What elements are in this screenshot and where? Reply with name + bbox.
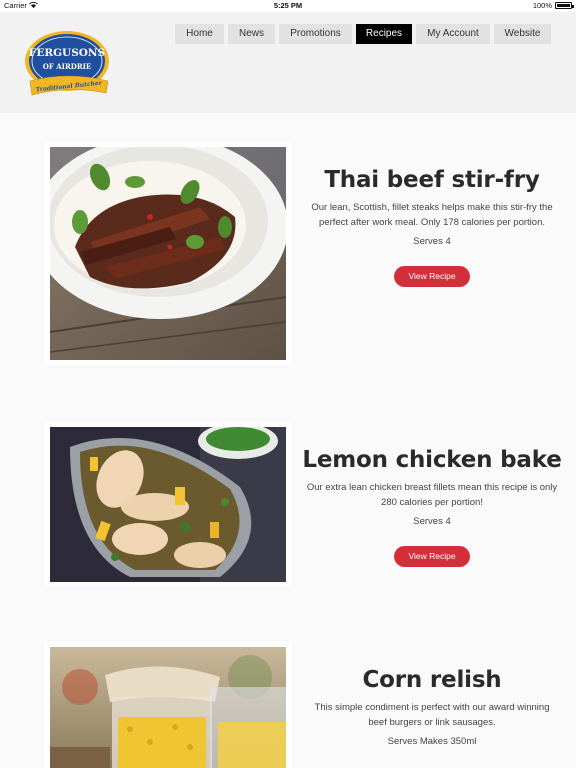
logo-name: FERGUSONS [29, 47, 105, 59]
recipe-photo-frame[interactable] [44, 141, 292, 366]
fergusons-logo[interactable]: FERGUSONS OF AIRDRIE Traditional Butcher [24, 29, 112, 109]
lemon-chicken-photo [50, 427, 286, 582]
corn-relish-photo [50, 647, 286, 768]
site-header: FERGUSONS OF AIRDRIE Traditional Butcher… [0, 12, 576, 113]
recipe-photo-frame[interactable] [44, 421, 292, 587]
recipe-serves: Serves 4 [413, 236, 451, 247]
status-bar: Carrier 5:25 PM 100% [0, 0, 576, 12]
nav-news[interactable]: News [228, 24, 275, 44]
nav-home[interactable]: Home [175, 24, 224, 44]
logo-subname: OF AIRDRIE [43, 62, 92, 71]
recipe-serves: Serves 4 [413, 516, 451, 527]
recipe-description: Our lean, Scottish, fillet steaks helps … [311, 202, 553, 228]
nav-recipes[interactable]: Recipes [356, 24, 412, 44]
recipe-description: Our extra lean chicken breast fillets me… [306, 482, 558, 508]
recipe-photo-frame[interactable] [44, 641, 292, 768]
recipe-title: Thai beef stir-fry [324, 167, 540, 193]
recipe-card: Corn relish This simple condiment is per… [0, 641, 576, 768]
recipe-title: Lemon chicken bake [302, 447, 562, 473]
recipe-description: This simple condiment is perfect with ou… [314, 702, 550, 728]
nav-promotions[interactable]: Promotions [279, 24, 352, 44]
recipe-serves: Serves Makes 350ml [387, 736, 477, 747]
clock: 5:25 PM [273, 1, 303, 10]
nav-my-account[interactable]: My Account [416, 24, 490, 44]
view-recipe-button[interactable]: View Recipe [394, 266, 470, 287]
thai-beef-photo [50, 147, 286, 360]
recipe-card: Thai beef stir-fry Our lean, Scottish, f… [0, 141, 576, 381]
view-recipe-button[interactable]: View Recipe [394, 546, 470, 567]
recipe-card: Lemon chicken bake Our extra lean chicke… [0, 421, 576, 661]
battery-percent: 100% [532, 1, 552, 10]
recipe-title: Corn relish [362, 667, 502, 693]
nav-website[interactable]: Website [494, 24, 551, 44]
battery-icon [555, 2, 574, 9]
